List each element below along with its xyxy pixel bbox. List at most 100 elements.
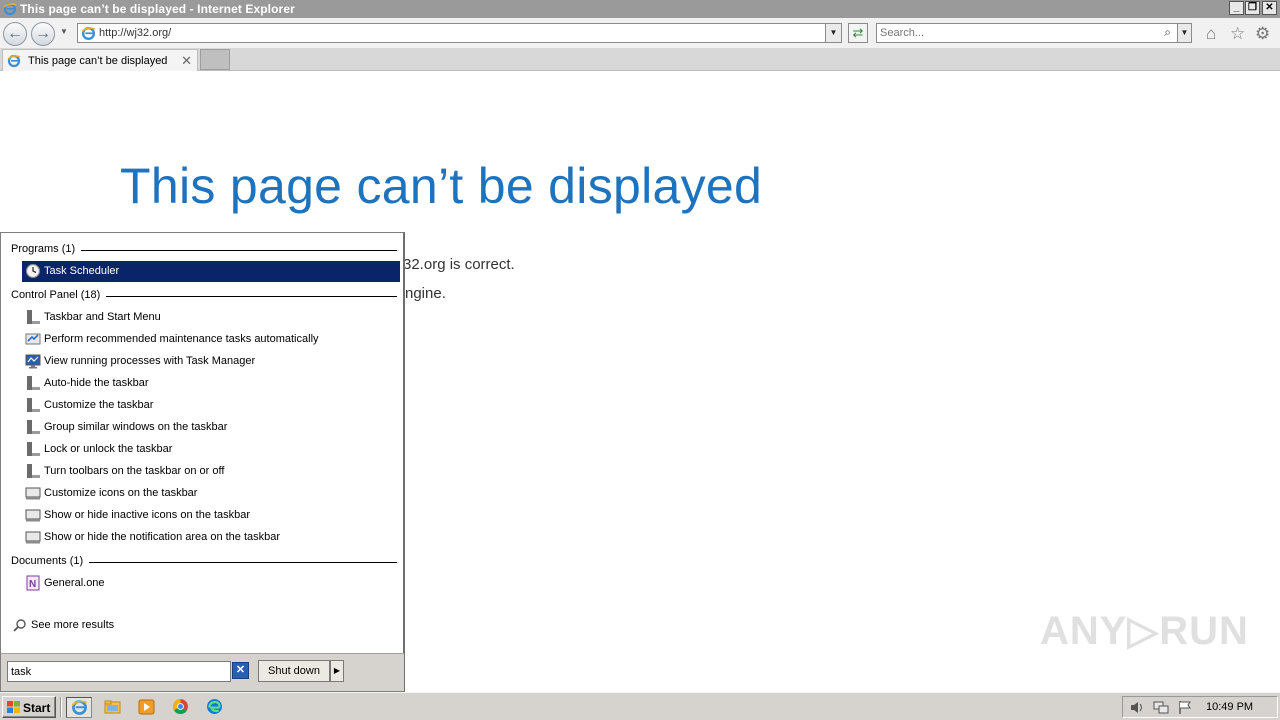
onenote-icon: N — [26, 575, 40, 591]
page-icon — [81, 26, 96, 41]
clear-search-icon[interactable]: ✕ — [232, 662, 249, 679]
anyrun-watermark: ANY▷RUN — [1040, 608, 1248, 668]
start-label: Start — [23, 701, 51, 715]
notification-icon — [25, 487, 41, 500]
forward-button[interactable]: → — [31, 22, 55, 46]
result-maintenance[interactable]: Perform recommended maintenance tasks au… — [22, 329, 400, 350]
documents-section-header: Documents (1) — [11, 555, 397, 569]
taskbar-edge[interactable] — [202, 697, 228, 718]
programs-section-header: Programs (1) — [11, 243, 397, 257]
result-customize-icons[interactable]: Customize icons on the taskbar — [22, 483, 400, 504]
notification-icon — [25, 509, 41, 522]
address-dropdown-icon[interactable]: ▼ — [825, 24, 841, 42]
gear-icon[interactable]: ⚙ — [1255, 25, 1270, 42]
internet-explorer-icon — [3, 2, 17, 16]
tab-current[interactable]: This page can’t be displayed ✕ — [2, 49, 198, 71]
search-dropdown-icon[interactable]: ▼ — [1177, 24, 1191, 42]
error-detail-line-2: ngine. — [405, 285, 446, 302]
search-icon — [13, 619, 26, 632]
monitor-icon — [25, 354, 41, 369]
taskbar-media-player[interactable] — [134, 697, 160, 718]
search-input[interactable] — [880, 26, 1150, 40]
start-menu: Programs (1) Task Scheduler Control Pane… — [0, 232, 405, 692]
control-panel-section-header: Control Panel (18) — [11, 289, 397, 303]
edge-icon — [207, 699, 222, 714]
tab-label: This page can’t be displayed — [28, 55, 168, 67]
result-label: Task Scheduler — [44, 265, 120, 277]
start-menu-footer: ✕ Shut down ▶ — [1, 653, 404, 691]
volume-icon[interactable] — [1129, 700, 1145, 715]
search-icon[interactable]: ⌕ — [1164, 25, 1171, 40]
taskbar-internet-explorer[interactable] — [66, 697, 92, 718]
history-dropdown-icon[interactable]: ▼ — [60, 27, 68, 36]
start-button[interactable]: Start — [2, 696, 56, 718]
svg-text:N: N — [29, 579, 36, 590]
result-customize-taskbar[interactable]: Customize the taskbar — [22, 395, 400, 416]
result-label: Taskbar and Start Menu — [44, 311, 161, 323]
explorer-folder-icon — [104, 700, 121, 714]
watermark-text: ANY▷RUN — [1040, 609, 1249, 653]
search-box[interactable]: ⌕ ▼ — [876, 23, 1192, 43]
title-bar: This page can’t be displayed - Internet … — [0, 0, 1280, 18]
result-auto-hide-taskbar[interactable]: Auto-hide the taskbar — [22, 373, 400, 394]
back-button[interactable]: ← — [3, 22, 27, 46]
start-search-box[interactable] — [7, 661, 231, 682]
result-lock-taskbar[interactable]: Lock or unlock the taskbar — [22, 439, 400, 460]
new-tab-button[interactable] — [200, 49, 230, 70]
taskbar-file-explorer[interactable] — [100, 697, 126, 718]
result-label: Customize the taskbar — [44, 399, 154, 411]
see-more-label: See more results — [31, 619, 115, 631]
result-group-similar-windows[interactable]: Group similar windows on the taskbar — [22, 417, 400, 438]
result-inactive-icons[interactable]: Show or hide inactive icons on the taskb… — [22, 505, 400, 526]
result-label: Show or hide inactive icons on the taskb… — [44, 509, 251, 521]
result-toolbars-on-off[interactable]: Turn toolbars on the taskbar on or off — [22, 461, 400, 482]
taskbar-chrome[interactable] — [168, 697, 194, 718]
navigation-bar: ← → ▼ http://wj32.org/ ▼ ⇄ ⌕ ▼ ⌂ ☆ ⚙ — [0, 18, 1280, 48]
shut-down-options-icon[interactable]: ▶ — [330, 660, 344, 682]
restore-button[interactable]: ❐ — [1245, 1, 1260, 15]
minimize-button[interactable]: _ — [1229, 1, 1244, 15]
shut-down-button[interactable]: Shut down — [258, 660, 330, 682]
result-label: Show or hide the notification area on th… — [44, 531, 281, 543]
close-tab-icon[interactable]: ✕ — [181, 53, 192, 69]
result-label: Auto-hide the taskbar — [44, 377, 149, 389]
documents-label: Documents (1) — [11, 555, 90, 567]
refresh-button[interactable]: ⇄ — [848, 23, 868, 43]
result-notification-area[interactable]: Show or hide the notification area on th… — [22, 527, 400, 548]
url-text[interactable]: http://wj32.org/ — [99, 27, 171, 39]
result-label: Perform recommended maintenance tasks au… — [44, 333, 319, 345]
home-icon[interactable]: ⌂ — [1206, 25, 1216, 42]
windows-logo-icon — [7, 701, 20, 713]
taskbar-icon — [27, 420, 40, 434]
taskbar: Start 10:49 PM — [0, 692, 1280, 720]
action-center-flag-icon[interactable] — [1177, 700, 1193, 715]
favorites-star-icon[interactable]: ☆ — [1230, 25, 1245, 42]
address-bar[interactable]: http://wj32.org/ ▼ — [77, 23, 842, 43]
forward-arrow-icon: → — [35, 25, 51, 42]
internet-explorer-icon — [7, 54, 21, 68]
close-window-button[interactable]: ✕ — [1262, 1, 1277, 15]
result-label: Group similar windows on the taskbar — [44, 421, 228, 433]
back-arrow-icon: ← — [7, 25, 23, 42]
taskbar-icon — [27, 464, 40, 478]
clock[interactable]: 10:49 PM — [1206, 701, 1253, 713]
taskbar-icon — [27, 398, 40, 412]
tab-bar: This page can’t be displayed ✕ — [0, 48, 1280, 71]
notification-area: 10:49 PM — [1122, 696, 1278, 718]
window-title: This page can’t be displayed - Internet … — [20, 2, 295, 16]
result-taskbar-and-start-menu[interactable]: Taskbar and Start Menu — [22, 307, 400, 328]
start-search-input[interactable] — [11, 665, 226, 679]
result-label: Turn toolbars on the taskbar on or off — [44, 465, 225, 477]
taskbar-icon — [27, 376, 40, 390]
taskbar-separator — [60, 697, 62, 717]
error-heading: This page can’t be displayed — [120, 158, 763, 214]
result-general-one[interactable]: N General.one — [22, 573, 400, 594]
result-task-manager[interactable]: View running processes with Task Manager — [22, 351, 400, 372]
result-label: Lock or unlock the taskbar — [44, 443, 173, 455]
result-task-scheduler[interactable]: Task Scheduler — [22, 261, 400, 282]
clock-icon — [25, 263, 41, 279]
taskbar-icon — [27, 442, 40, 456]
taskbar-icon — [27, 310, 40, 324]
result-label: View running processes with Task Manager — [44, 355, 256, 367]
network-icon[interactable] — [1153, 700, 1169, 715]
